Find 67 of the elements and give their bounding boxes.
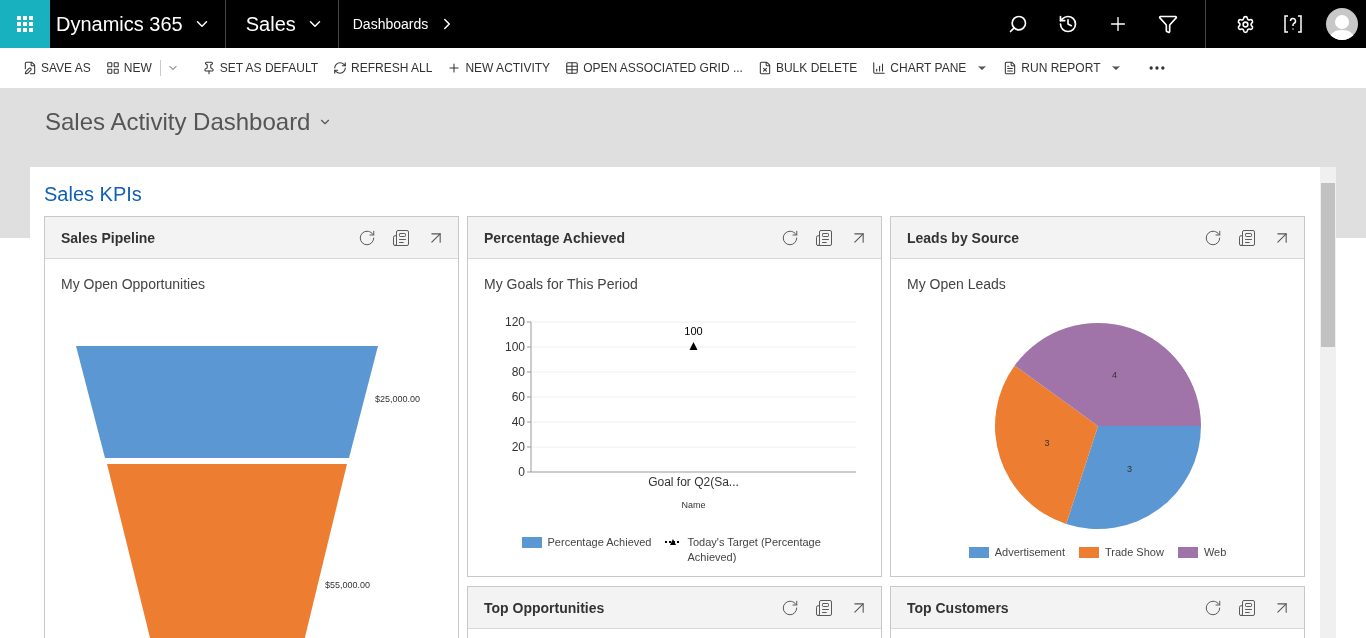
refresh-icon[interactable] bbox=[781, 228, 799, 247]
funnel-value-label: $25,000.00 bbox=[375, 394, 421, 404]
table-icon bbox=[565, 61, 580, 75]
command-button[interactable]: REFRESH ALL bbox=[328, 53, 441, 83]
view-name: My Open Opportunities bbox=[60, 275, 206, 294]
command-button[interactable]: SET AS DEFAULT bbox=[196, 53, 327, 83]
dashboard-title[interactable]: Sales Activity Dashboard bbox=[45, 108, 333, 136]
card-title: Sales Pipeline bbox=[61, 229, 157, 246]
app-launcher-icon[interactable] bbox=[0, 0, 50, 48]
document-icon bbox=[1003, 61, 1018, 75]
refresh-icon[interactable] bbox=[358, 228, 376, 247]
y-tick-label: 120 bbox=[504, 315, 525, 329]
command-button[interactable]: RUN REPORT bbox=[998, 53, 1131, 83]
card-title: Top Customers bbox=[907, 599, 1010, 616]
records-icon[interactable] bbox=[392, 228, 410, 247]
command-button[interactable]: CHART PANE bbox=[867, 53, 997, 83]
x-category-label: Goal for Q2(Sa... bbox=[648, 475, 739, 489]
help-icon bbox=[1283, 14, 1303, 34]
bar-chart-icon bbox=[872, 61, 887, 75]
grid-icon bbox=[105, 61, 120, 75]
pin-icon bbox=[201, 61, 216, 75]
refresh-icon[interactable] bbox=[1204, 598, 1222, 617]
command-button[interactable]: NEW ACTIVITY bbox=[442, 53, 559, 83]
breadcrumb-link[interactable]: Dashboards bbox=[344, 16, 429, 32]
plus-icon bbox=[447, 61, 462, 75]
view-name: My Open Leads bbox=[906, 275, 1007, 294]
slice-value-label: 3 bbox=[1126, 464, 1132, 475]
avatar[interactable] bbox=[1326, 8, 1358, 40]
scrollbar[interactable] bbox=[1320, 167, 1336, 638]
funnel-value-label: $55,000.00 bbox=[325, 580, 371, 590]
y-tick-label: 80 bbox=[511, 365, 525, 379]
command-button[interactable]: NEW bbox=[100, 53, 160, 83]
slice-value-label: 4 bbox=[1112, 370, 1118, 381]
legend-label: Trade Show bbox=[1105, 545, 1164, 560]
target-marker bbox=[689, 342, 698, 350]
document-x-icon bbox=[757, 61, 772, 75]
records-icon[interactable] bbox=[1238, 228, 1256, 247]
data-label: 100 bbox=[684, 325, 703, 337]
legend-label: Advertisement bbox=[994, 545, 1065, 560]
y-tick-label: 20 bbox=[511, 440, 525, 454]
view-name: My Goals for This Period bbox=[483, 275, 639, 294]
area-name[interactable]: Sales bbox=[231, 12, 296, 36]
app-name[interactable]: Dynamics 365 bbox=[56, 12, 183, 36]
card-title: Top Opportunities bbox=[484, 599, 606, 616]
y-tick-label: 100 bbox=[504, 340, 525, 354]
records-icon[interactable] bbox=[815, 598, 833, 617]
y-tick-label: 60 bbox=[511, 390, 525, 404]
section-title: Sales KPIs bbox=[44, 183, 143, 206]
legend-label: Today's Target (Percentage Achieved) bbox=[687, 535, 822, 565]
legend-label: Web bbox=[1203, 545, 1227, 560]
y-tick-label: 0 bbox=[518, 465, 525, 479]
legend-label: Percentage Achieved bbox=[547, 535, 652, 550]
card-title: Leads by Source bbox=[907, 229, 1021, 246]
command-button[interactable]: BULK DELETE bbox=[752, 53, 866, 83]
command-button[interactable]: OPEN ASSOCIATED GRID ... bbox=[560, 53, 751, 83]
y-tick-label: 40 bbox=[511, 415, 525, 429]
refresh-icon bbox=[333, 61, 348, 75]
slice-value-label: 3 bbox=[1044, 437, 1050, 448]
records-icon[interactable] bbox=[815, 228, 833, 247]
scrollbar-thumb[interactable] bbox=[1321, 183, 1335, 347]
edit-icon bbox=[23, 61, 37, 75]
command-button[interactable]: SAVE AS bbox=[18, 53, 99, 83]
records-icon[interactable] bbox=[1238, 598, 1256, 617]
x-axis-title: Name bbox=[681, 500, 706, 510]
refresh-icon[interactable] bbox=[1204, 228, 1222, 247]
refresh-icon[interactable] bbox=[781, 598, 799, 617]
card-title: Percentage Achieved bbox=[484, 229, 627, 246]
